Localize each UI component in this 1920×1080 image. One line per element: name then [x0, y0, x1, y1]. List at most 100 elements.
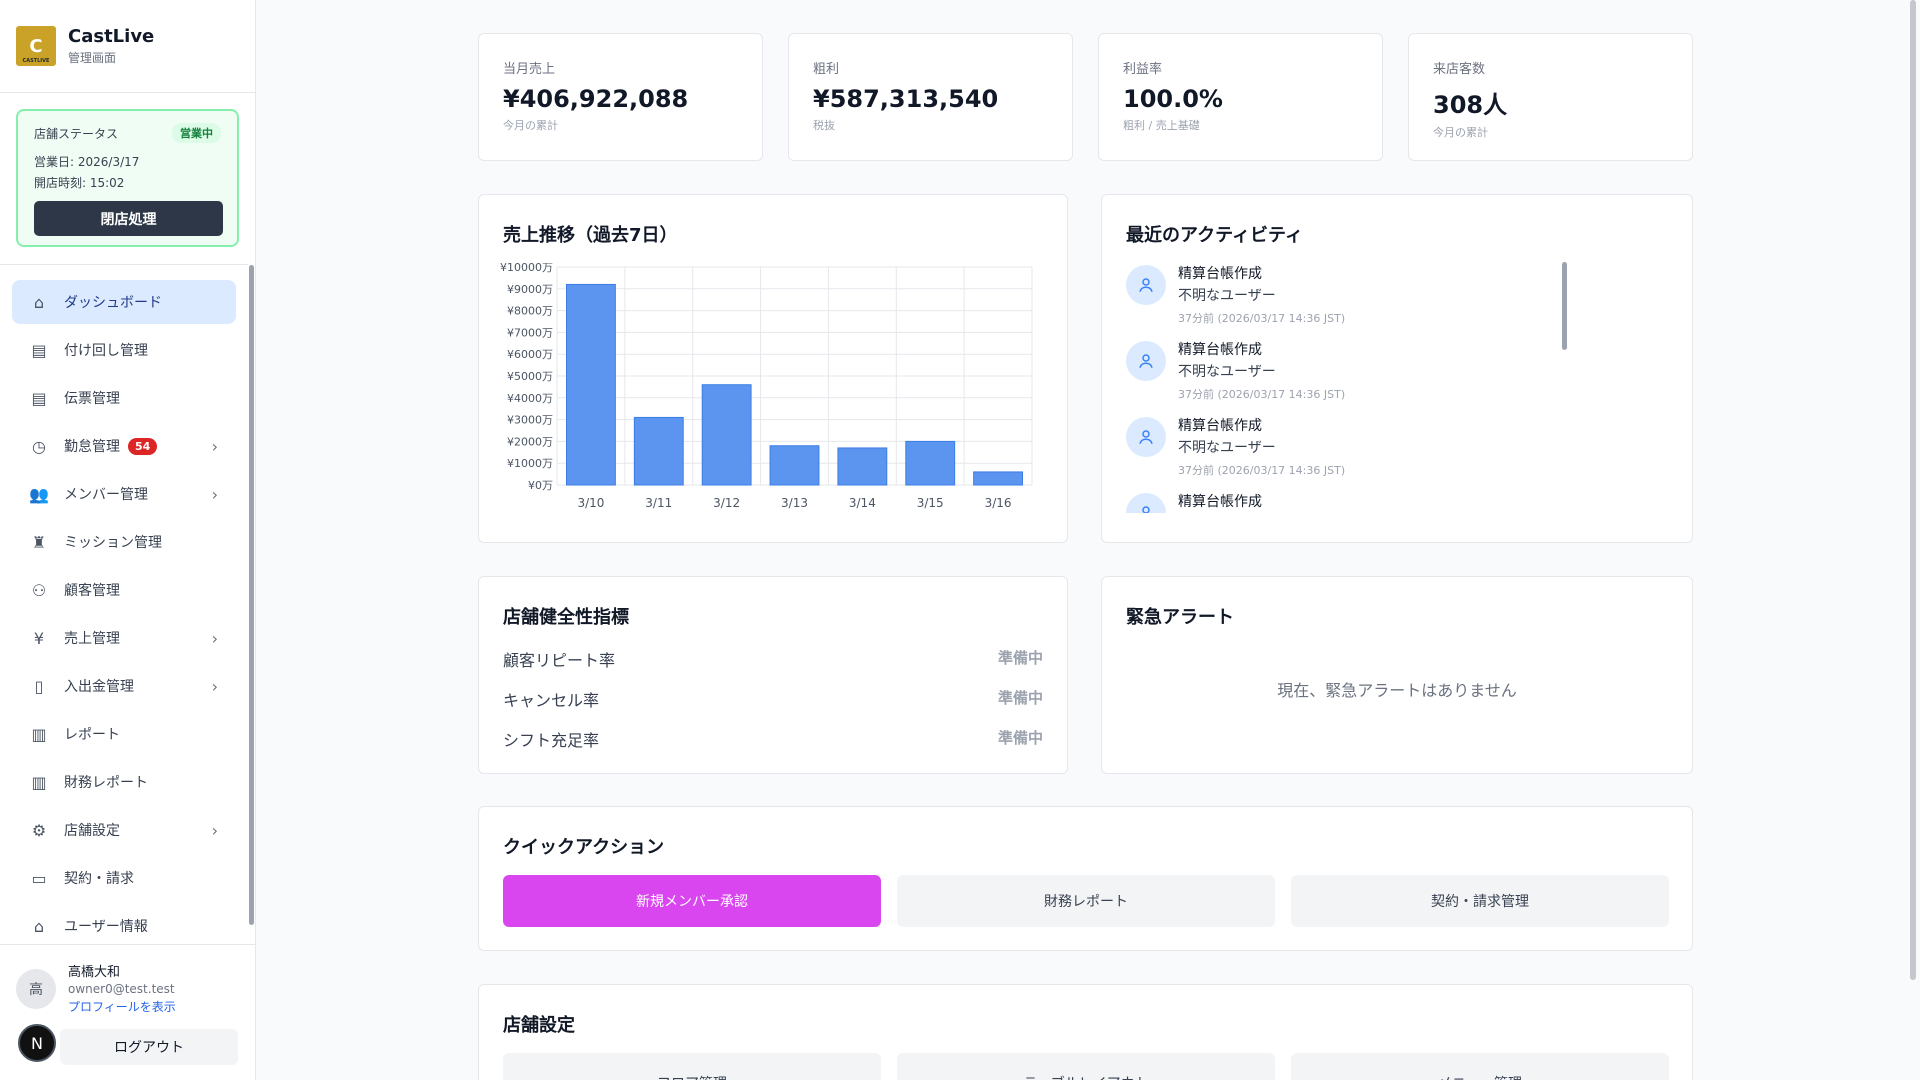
- alert-empty-message: 現在、緊急アラートはありません: [1277, 681, 1517, 700]
- bar-3/10[interactable]: [566, 283, 616, 486]
- sidebar-item-2[interactable]: ▤ 伝票管理: [12, 376, 236, 420]
- chevron-right-icon: ›: [211, 820, 218, 840]
- status-badge: 営業中: [172, 123, 221, 143]
- sales-bar-chart: ¥0万 ¥1000万 ¥2000万 ¥3000万 ¥4000万 ¥5000万 ¥6000万 ¥…: [500, 263, 1033, 510]
- bar-3/16[interactable]: [973, 471, 1023, 486]
- metric-value: 準備中: [997, 649, 1043, 667]
- store-status-card: 店舗ステータス 営業中 営業日: 2026/3/17 開店時刻: 15:02 閉…: [16, 109, 239, 247]
- activity-list: 精算台帳作成 不明なユーザー 37分前 (2026/03/17 14:36 JST)…: [1126, 263, 1666, 513]
- y-tick-label: ¥10000万: [500, 263, 553, 274]
- castlive-logo[interactable]: C CASTLIVE: [16, 26, 56, 66]
- kpi-card-gross-profit: 粗利 ¥587,313,540 税抜: [788, 33, 1073, 161]
- activity-user: 不明なユーザー: [1178, 364, 1276, 380]
- health-card: 店舗健全性指標 顧客リピート率 準備中 キャンセル率 準備中 シフト充足率 準備…: [478, 576, 1068, 774]
- table-layout-button[interactable]: テーブルレイアウト: [897, 1053, 1275, 1080]
- sidebar-item-1[interactable]: ▤ 付け回し管理: [12, 328, 236, 372]
- sales-chart-card: 売上推移（過去7日） ¥0万 ¥1000万 ¥2000万 ¥3000万 ¥4000万 ¥5…: [478, 194, 1068, 543]
- sidebar-item-13[interactable]: ⌂ ユーザー情報: [12, 904, 236, 944]
- sidebar-item-7[interactable]: ¥ 売上管理 ›: [12, 616, 236, 660]
- activity-title: 精算台帳作成: [1178, 266, 1262, 282]
- yen-circle-icon: ¥: [33, 628, 45, 648]
- sidebar-item-0[interactable]: ⌂ ダッシュボード: [12, 280, 236, 324]
- contract-billing-button[interactable]: 契約・請求管理: [1291, 875, 1669, 927]
- sales-chart-title: 売上推移（過去7日）: [503, 225, 678, 246]
- y-tick-label: ¥2000万: [507, 435, 553, 448]
- kpi-value: 100.0%: [1123, 85, 1223, 113]
- metric-label: キャンセル率: [503, 691, 600, 710]
- activity-user: 不明なユーザー: [1178, 288, 1276, 304]
- sidebar-item-10[interactable]: ▥ 財務レポート: [12, 760, 236, 804]
- bar-3/15[interactable]: [905, 440, 956, 486]
- metric-row: 顧客リピート率 準備中: [503, 647, 1043, 671]
- metric-row: キャンセル率 準備中: [503, 687, 1043, 711]
- menu-management-button[interactable]: メニュー管理: [1291, 1053, 1669, 1080]
- activity-title: 精算台帳作成: [1178, 342, 1262, 358]
- store-status-title: 店舗ステータス: [34, 126, 119, 141]
- x-tick-label: 3/14: [849, 496, 876, 510]
- x-tick-label: 3/13: [781, 496, 808, 510]
- file-icon: ▯: [34, 676, 44, 696]
- kpi-sub: 今月の累計: [1433, 126, 1488, 139]
- sidebar-item-label: ミッション管理: [64, 535, 162, 551]
- activity-card: 最近のアクティビティ 精算台帳作成 不明なユーザー 37分前 (2026/03/17…: [1101, 194, 1693, 543]
- sidebar-item-label: 店舗設定: [64, 823, 120, 839]
- sidebar-item-11[interactable]: ⚙ 店舗設定 ›: [12, 808, 236, 852]
- page-scrollbar[interactable]: [1910, 0, 1916, 980]
- bar-3/12[interactable]: [701, 384, 752, 486]
- x-tick-label: 3/12: [713, 496, 740, 510]
- kpi-card-visitors: 来店客数 308人 今月の累計: [1408, 33, 1693, 161]
- sidebar-item-6[interactable]: ⚇ 顧客管理: [12, 568, 236, 612]
- bar-3/14[interactable]: [837, 447, 888, 486]
- logout-button[interactable]: ログアウト: [60, 1029, 238, 1065]
- activity-time: 37分前 (2026/03/17 14:36 JST): [1178, 388, 1346, 401]
- clock-icon: ◷: [32, 436, 46, 456]
- kpi-card-margin: 利益率 100.0% 粗利 / 売上基礎: [1098, 33, 1383, 161]
- y-tick-label: ¥1000万: [507, 457, 553, 470]
- bar-chart-icon: ▥: [31, 772, 47, 792]
- app-title: CastLive: [68, 26, 155, 47]
- open-time: 開店時刻: 15:02: [34, 176, 125, 190]
- n-badge-icon[interactable]: N: [18, 1024, 56, 1062]
- y-tick-label: ¥0万: [528, 479, 553, 492]
- sidebar-item-9[interactable]: ▥ レポート: [12, 712, 236, 756]
- x-tick-label: 3/15: [917, 496, 944, 510]
- sidebar-item-8[interactable]: ▯ 入出金管理 ›: [12, 664, 236, 708]
- sidebar-nav: ⌂ ダッシュボード ▤ 付け回し管理 ▤ 伝票管理 ◷ 勤怠管理 54 › 👥 メンバー管理 › ♜ ミッシ…: [0, 264, 248, 944]
- floor-management-button[interactable]: フロア管理: [503, 1053, 881, 1080]
- activity-user: 不明なユーザー: [1178, 440, 1276, 456]
- y-tick-label: ¥4000万: [507, 392, 553, 405]
- activity-item: 精算台帳作成不明なユーザー37分前 (2026/03/17 14:36 JST): [1126, 415, 1666, 491]
- sidebar-item-label: メンバー管理: [64, 487, 148, 503]
- avatar[interactable]: 高: [16, 969, 56, 1009]
- home-icon: ⌂: [33, 916, 45, 936]
- x-tick-label: 3/16: [985, 496, 1012, 510]
- trophy-icon: ♜: [31, 532, 47, 552]
- activity-scrollbar[interactable]: [1562, 262, 1567, 350]
- kpi-value: ¥406,922,088: [503, 85, 689, 113]
- bar-3/11[interactable]: [633, 416, 684, 486]
- activity-title: 精算台帳作成: [1178, 494, 1262, 510]
- sidebar-item-3[interactable]: ◷ 勤怠管理 54 ›: [12, 424, 236, 468]
- sidebar-item-4[interactable]: 👥 メンバー管理 ›: [12, 472, 236, 516]
- alert-title: 緊急アラート: [1126, 607, 1234, 628]
- bar-chart-icon: ▥: [31, 724, 47, 744]
- sidebar: C CASTLIVE CastLive 管理画面 店舗ステータス 営業中 営業日…: [0, 0, 256, 1080]
- activity-title: 精算台帳作成: [1178, 418, 1262, 434]
- sidebar-item-12[interactable]: ▭ 契約・請求: [12, 856, 236, 900]
- sidebar-scrollbar[interactable]: [249, 265, 254, 925]
- sidebar-item-label: レポート: [64, 727, 120, 743]
- y-tick-label: ¥6000万: [507, 348, 553, 361]
- x-tick-label: 3/10: [577, 496, 604, 510]
- profile-link[interactable]: プロフィールを表示: [68, 998, 176, 1015]
- business-day: 営業日: 2026/3/17: [34, 155, 140, 169]
- close-store-button[interactable]: 閉店処理: [34, 201, 223, 236]
- bar-3/13[interactable]: [769, 445, 820, 486]
- y-tick-label: ¥3000万: [507, 414, 553, 427]
- approve-member-button[interactable]: 新規メンバー承認: [503, 875, 881, 927]
- store-settings-card: 店舗設定 フロア管理 テーブルレイアウト メニュー管理: [478, 984, 1693, 1080]
- sidebar-item-5[interactable]: ♜ ミッション管理: [12, 520, 236, 564]
- health-title: 店舗健全性指標: [503, 607, 629, 628]
- finance-report-button[interactable]: 財務レポート: [897, 875, 1275, 927]
- activity-item: 精算台帳作成不明なユーザー37分前 (2026/03/17 14:36 JST): [1126, 491, 1666, 513]
- x-tick-label: 3/11: [645, 496, 672, 510]
